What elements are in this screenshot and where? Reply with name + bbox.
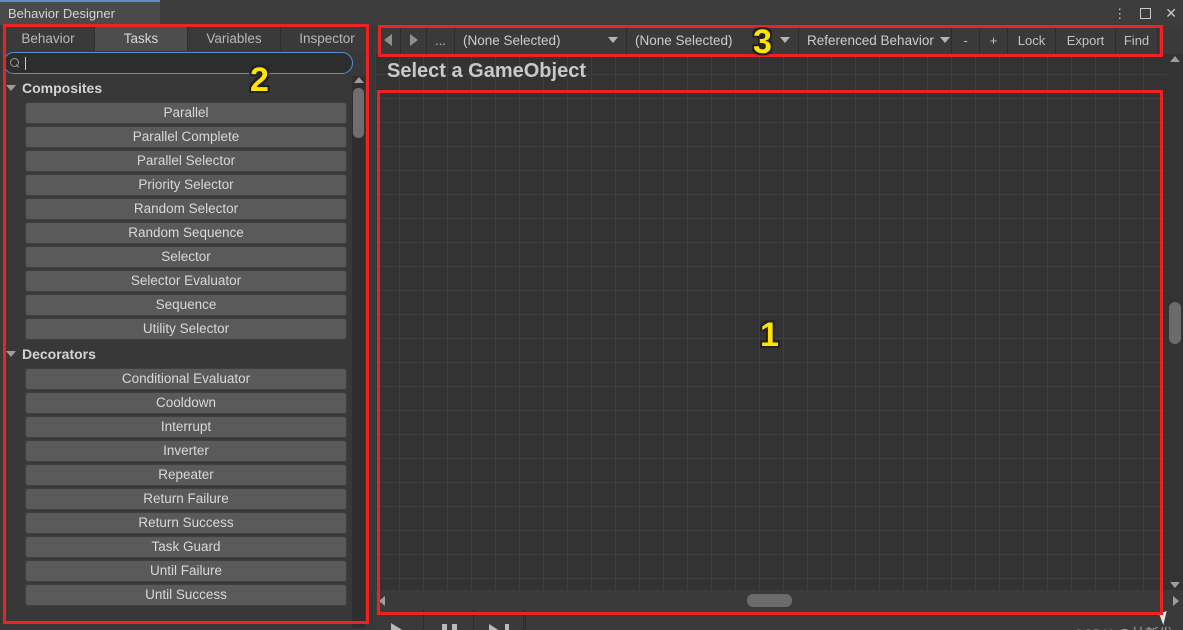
text-caret bbox=[25, 56, 26, 70]
search-input[interactable] bbox=[3, 52, 353, 74]
export-button[interactable]: Export bbox=[1056, 26, 1116, 54]
graph-panel: ... (None Selected) (None Selected) Refe… bbox=[375, 26, 1183, 630]
task-item[interactable]: Random Sequence bbox=[25, 222, 347, 244]
group-header-decorators[interactable]: Decorators bbox=[3, 342, 355, 366]
task-item[interactable]: Parallel bbox=[25, 102, 347, 124]
arrow-right-icon bbox=[409, 34, 418, 46]
left-panel-tabs: Behavior Tasks Variables Inspector bbox=[2, 26, 373, 51]
nav-forward-button[interactable] bbox=[401, 26, 427, 54]
task-item[interactable]: Parallel Complete bbox=[25, 126, 347, 148]
task-item[interactable]: Return Success bbox=[25, 512, 347, 534]
tab-tasks[interactable]: Tasks bbox=[95, 26, 188, 51]
chevron-down-icon bbox=[608, 37, 618, 43]
scroll-up-icon[interactable] bbox=[1170, 56, 1180, 62]
task-item[interactable]: Inverter bbox=[25, 440, 347, 462]
scroll-down-icon[interactable] bbox=[1170, 582, 1180, 588]
scrollbar-thumb[interactable] bbox=[1169, 302, 1181, 344]
graph-toolbar: ... (None Selected) (None Selected) Refe… bbox=[375, 26, 1183, 54]
watermark-text: CSDN @林新发 bbox=[1073, 624, 1173, 630]
gameobject-dropdown[interactable]: (None Selected) bbox=[455, 26, 627, 54]
search-icon bbox=[10, 57, 21, 69]
behavior-dropdown[interactable]: (None Selected) bbox=[627, 26, 799, 54]
group-label: Decorators bbox=[22, 346, 96, 362]
task-list-panel: Behavior Tasks Variables Inspector Compo… bbox=[0, 26, 375, 630]
behavior-dropdown-value: (None Selected) bbox=[635, 32, 733, 48]
scrollbar-thumb[interactable] bbox=[353, 88, 364, 138]
gameobject-dropdown-value: (None Selected) bbox=[463, 32, 561, 48]
search-field-wrap bbox=[3, 52, 353, 74]
task-item[interactable]: Parallel Selector bbox=[25, 150, 347, 172]
step-forward-button[interactable] bbox=[475, 610, 524, 630]
zoom-out-button[interactable]: - bbox=[952, 26, 980, 54]
mouse-cursor-icon bbox=[1159, 610, 1171, 626]
scroll-up-icon[interactable] bbox=[354, 77, 364, 83]
graph-horizontal-scrollbar[interactable] bbox=[375, 590, 1183, 610]
window-controls: ⋮ ✕ bbox=[1113, 0, 1177, 26]
nav-back-button[interactable] bbox=[375, 26, 401, 54]
maximize-icon[interactable] bbox=[1140, 7, 1152, 19]
play-icon bbox=[391, 623, 407, 630]
more-options-button[interactable]: ... bbox=[427, 26, 455, 54]
task-item[interactable]: Random Selector bbox=[25, 198, 347, 220]
task-item[interactable]: Selector Evaluator bbox=[25, 270, 347, 292]
task-item[interactable]: Sequence bbox=[25, 294, 347, 316]
task-item[interactable]: Conditional Evaluator bbox=[25, 368, 347, 390]
graph-canvas[interactable] bbox=[375, 26, 1183, 590]
task-item[interactable]: Task Guard bbox=[25, 536, 347, 558]
scrollbar-thumb[interactable] bbox=[747, 594, 792, 607]
chevron-down-icon bbox=[6, 351, 16, 357]
task-list-scrollbar[interactable] bbox=[352, 76, 365, 628]
window-titlebar: Behavior Designer ⋮ ✕ bbox=[0, 0, 1183, 26]
playbar-divider bbox=[525, 610, 526, 630]
scroll-left-icon[interactable] bbox=[379, 596, 385, 606]
scroll-right-icon[interactable] bbox=[1173, 596, 1179, 606]
task-item[interactable]: Return Failure bbox=[25, 488, 347, 510]
pause-button[interactable] bbox=[425, 610, 474, 630]
window-menu-icon[interactable]: ⋮ bbox=[1113, 7, 1126, 20]
group-label: Composites bbox=[22, 80, 103, 96]
tab-variables[interactable]: Variables bbox=[188, 26, 281, 51]
play-button[interactable] bbox=[375, 610, 424, 630]
task-item[interactable]: Cooldown bbox=[25, 392, 347, 414]
behavior-designer-window: Behavior Designer ⋮ ✕ Behavior Tasks Var… bbox=[0, 0, 1183, 630]
chevron-down-icon bbox=[780, 37, 790, 43]
tab-behavior[interactable]: Behavior bbox=[2, 26, 95, 51]
pause-icon bbox=[441, 623, 457, 630]
task-item[interactable]: Utility Selector bbox=[25, 318, 347, 340]
task-item[interactable]: Priority Selector bbox=[25, 174, 347, 196]
referenced-behavior-label: Referenced Behavior bbox=[807, 32, 934, 48]
arrow-left-icon bbox=[383, 34, 392, 46]
task-item[interactable]: Interrupt bbox=[25, 416, 347, 438]
referenced-behavior-dropdown[interactable]: Referenced Behavior bbox=[799, 26, 952, 54]
zoom-in-button[interactable]: + bbox=[980, 26, 1008, 54]
chevron-down-icon bbox=[6, 85, 16, 91]
graph-placeholder-title: Select a GameObject bbox=[387, 60, 586, 82]
tab-inspector[interactable]: Inspector bbox=[281, 26, 373, 51]
task-item[interactable]: Repeater bbox=[25, 464, 347, 486]
window-tab-behavior-designer[interactable]: Behavior Designer bbox=[0, 0, 160, 25]
chevron-down-icon bbox=[939, 37, 950, 43]
lock-button[interactable]: Lock bbox=[1008, 26, 1056, 54]
group-header-composites[interactable]: Composites bbox=[3, 76, 355, 100]
task-item[interactable]: Until Success bbox=[25, 584, 347, 606]
graph-vertical-scrollbar[interactable] bbox=[1167, 54, 1183, 590]
playback-bar: CSDN @林新发 bbox=[375, 610, 1183, 630]
find-button[interactable]: Find bbox=[1116, 26, 1158, 54]
task-item[interactable]: Until Failure bbox=[25, 560, 347, 582]
task-item[interactable]: Selector bbox=[25, 246, 347, 268]
close-icon[interactable]: ✕ bbox=[1165, 6, 1177, 20]
step-forward-icon bbox=[489, 624, 509, 630]
task-list-scroll-area[interactable]: Composites Parallel Parallel Complete Pa… bbox=[3, 76, 355, 628]
